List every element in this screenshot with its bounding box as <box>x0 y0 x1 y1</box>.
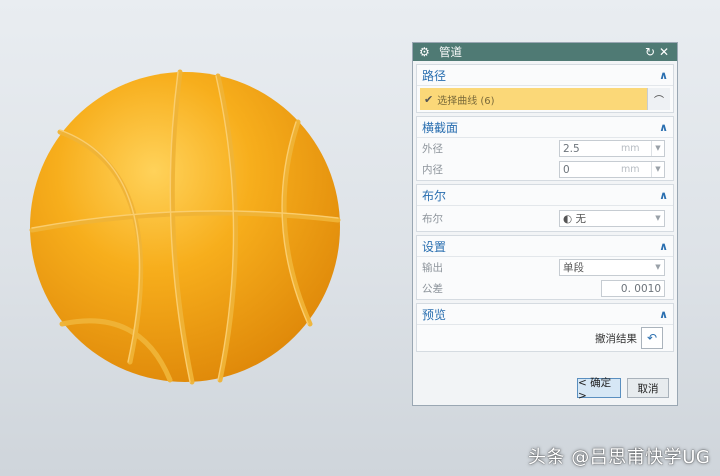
settings-heading: 设置 <box>422 239 447 254</box>
chevron-down-icon[interactable]: ▼ <box>652 260 664 275</box>
collapse-icon[interactable]: ∧ <box>659 121 668 134</box>
outer-diameter-value: 2.5 <box>563 142 580 155</box>
output-select[interactable]: 单段 ▼ <box>559 259 665 276</box>
inner-diameter-value: 0 <box>563 163 570 176</box>
preview-section-header[interactable]: 预览 ∧ <box>417 304 673 325</box>
inner-diameter-input[interactable]: 0 mm ▼ <box>559 161 665 178</box>
chevron-down-icon[interactable]: ▼ <box>652 211 664 226</box>
output-row: 输出 单段 ▼ <box>417 257 673 278</box>
output-label: 输出 <box>422 262 443 274</box>
cross-section-heading: 横截面 <box>422 120 459 135</box>
basketball-tube-model <box>29 69 341 385</box>
watermark-text: 头条 @吕思甫快学UG <box>528 447 711 468</box>
collapse-icon[interactable]: ∧ <box>659 308 668 321</box>
chevron-down-icon[interactable]: ▼ <box>651 141 664 156</box>
boolean-label: 布尔 <box>422 213 443 225</box>
inner-diameter-label: 内径 <box>422 164 443 176</box>
boolean-select[interactable]: ◐ 无 ▼ <box>559 210 665 227</box>
output-value: 单段 <box>563 262 584 274</box>
collapse-icon[interactable]: ∧ <box>659 240 668 253</box>
chevron-down-icon[interactable]: ▼ <box>651 162 664 177</box>
dialog-button-bar: < 确定 > 取消 <box>413 371 677 405</box>
outer-diameter-unit: mm <box>621 143 640 154</box>
undo-result-label: 撤消结果 <box>595 332 637 345</box>
settings-section-header[interactable]: 设置 ∧ <box>417 236 673 257</box>
tolerance-row: 公差 0. 0010 <box>417 278 673 299</box>
curve-rule-icon[interactable]: ⌒ <box>647 88 670 110</box>
inner-diameter-row: 内径 0 mm ▼ <box>417 159 673 180</box>
gear-icon: ⚙ <box>419 45 430 59</box>
preview-heading: 预览 <box>422 307 447 322</box>
tolerance-label: 公差 <box>422 283 443 295</box>
preview-section: 预览 ∧ 撤消结果 ↶ <box>416 303 674 352</box>
cancel-button[interactable]: 取消 <box>627 378 669 398</box>
undo-row: 撤消结果 ↶ <box>417 325 673 351</box>
path-section-header[interactable]: 路径 ∧ <box>417 65 673 86</box>
select-curve-field[interactable]: ✔ 选择曲线 (6) ⌒ <box>420 88 670 110</box>
settings-section: 设置 ∧ 输出 单段 ▼ 公差 0. 0010 <box>416 235 674 300</box>
boolean-heading: 布尔 <box>422 188 447 203</box>
select-curve-label: 选择曲线 (6) <box>437 95 495 107</box>
boolean-section: 布尔 ∧ 布尔 ◐ 无 ▼ <box>416 184 674 232</box>
reset-icon[interactable]: ↻ <box>643 45 657 59</box>
inner-diameter-unit: mm <box>621 164 640 175</box>
undo-icon[interactable]: ↶ <box>641 327 663 349</box>
graphics-viewport[interactable] <box>0 0 410 476</box>
boolean-none-icon: ◐ <box>563 213 576 225</box>
tolerance-value: 0. 0010 <box>620 282 661 295</box>
dialog-title-bar[interactable]: ⚙ 管道 ↻ ✕ <box>413 43 677 61</box>
outer-diameter-row: 外径 2.5 mm ▼ <box>417 138 673 159</box>
path-section: 路径 ∧ ✔ 选择曲线 (6) ⌒ <box>416 64 674 113</box>
cross-section-section: 横截面 ∧ 外径 2.5 mm ▼ 内径 0 mm ▼ <box>416 116 674 181</box>
outer-diameter-input[interactable]: 2.5 mm ▼ <box>559 140 665 157</box>
collapse-icon[interactable]: ∧ <box>659 69 668 82</box>
boolean-value: ◐ 无 <box>563 213 586 225</box>
collapse-icon[interactable]: ∧ <box>659 189 668 202</box>
cross-section-header[interactable]: 横截面 ∧ <box>417 117 673 138</box>
path-heading: 路径 <box>422 68 447 83</box>
pipe-dialog: ⚙ 管道 ↻ ✕ 路径 ∧ ✔ 选择曲线 (6) ⌒ 横截面 ∧ 外径 2.5 … <box>412 42 678 406</box>
outer-diameter-label: 外径 <box>422 143 443 155</box>
check-icon: ✔ <box>424 92 434 106</box>
dialog-title: 管道 <box>439 45 462 59</box>
ok-button[interactable]: < 确定 > <box>577 377 621 402</box>
tolerance-input[interactable]: 0. 0010 <box>601 280 665 297</box>
boolean-row: 布尔 ◐ 无 ▼ <box>417 206 673 231</box>
boolean-section-header[interactable]: 布尔 ∧ <box>417 185 673 206</box>
close-icon[interactable]: ✕ <box>657 45 671 59</box>
